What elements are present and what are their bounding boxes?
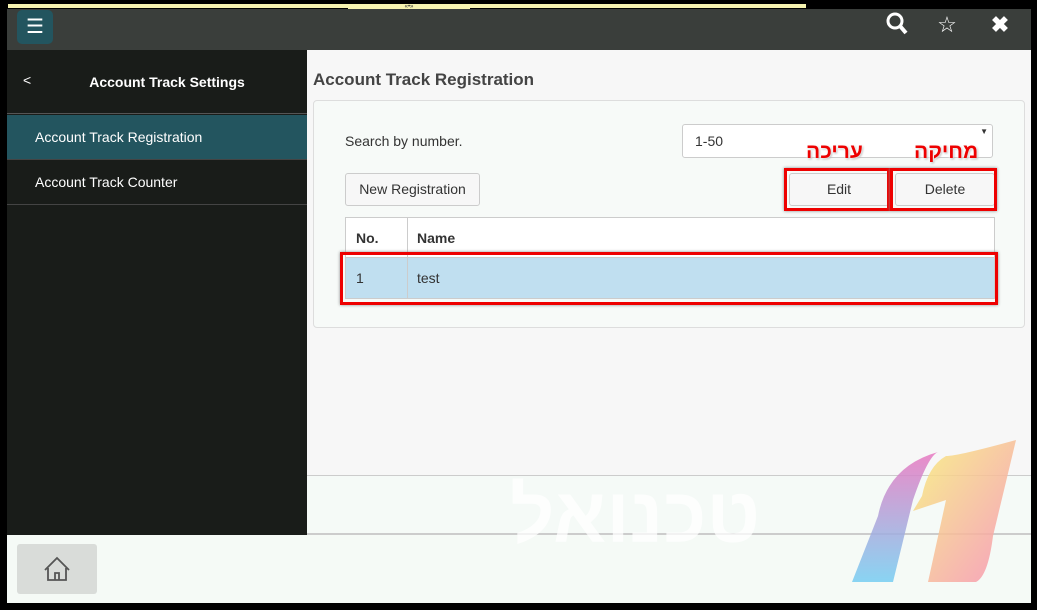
delete-highlight	[890, 168, 997, 211]
home-button[interactable]	[17, 544, 97, 594]
search-icon[interactable]	[882, 12, 912, 42]
delete-annotation: מחיקה	[914, 140, 979, 163]
row-highlight	[340, 252, 998, 305]
page-title: Account Track Registration	[313, 70, 535, 89]
search-label: Search by number.	[345, 133, 463, 149]
watermark-logo	[852, 440, 1016, 582]
edit-highlight	[784, 168, 890, 211]
watermark-text: טכנואל	[510, 471, 761, 559]
range-value: 1-50	[695, 133, 724, 149]
sidebar-title: Account Track Settings	[89, 74, 245, 90]
sidebar: < Account Track Settings Account Track R…	[7, 50, 307, 535]
star-icon[interactable]: ☆	[932, 12, 962, 38]
sidebar-item-counter[interactable]: Account Track Counter	[7, 160, 307, 205]
top-bar	[7, 9, 1031, 50]
hamburger-icon[interactable]: ☰	[17, 10, 53, 44]
home-icon	[44, 556, 70, 581]
sidebar-item-registration[interactable]: Account Track Registration	[7, 115, 307, 160]
new-registration-button[interactable]: New Registration	[345, 173, 480, 206]
dropdown-arrow-icon: ▼	[980, 127, 988, 136]
sidebar-header: < Account Track Settings	[7, 50, 307, 114]
edit-annotation: עריכה	[806, 140, 863, 163]
close-icon[interactable]: ✖	[985, 12, 1015, 38]
